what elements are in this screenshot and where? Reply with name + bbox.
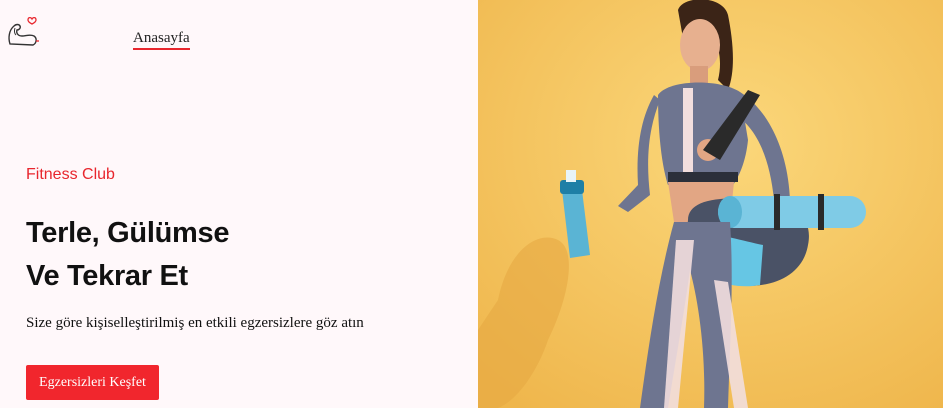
nav-home-link[interactable]: Anasayfa: [133, 30, 190, 50]
left-panel: Anasayfa Fitness Club Terle, Gülümse Ve …: [0, 0, 478, 408]
headline-line-2: Ve Tekrar Et: [26, 260, 188, 292]
explore-exercises-button[interactable]: Egzersizleri Keşfet: [26, 365, 159, 400]
hero-image: [478, 0, 943, 408]
hero-headline: Terle, Gülümse Ve Tekrar Et: [26, 212, 229, 298]
hero-tagline: Fitness Club: [26, 166, 115, 183]
hero-description: Size göre kişiselleştirilmiş en etkili e…: [26, 315, 364, 331]
flexed-arm-heart-icon[interactable]: [6, 14, 40, 48]
fitness-woman-illustration: [478, 0, 943, 408]
headline-line-1: Terle, Gülümse: [26, 217, 230, 249]
